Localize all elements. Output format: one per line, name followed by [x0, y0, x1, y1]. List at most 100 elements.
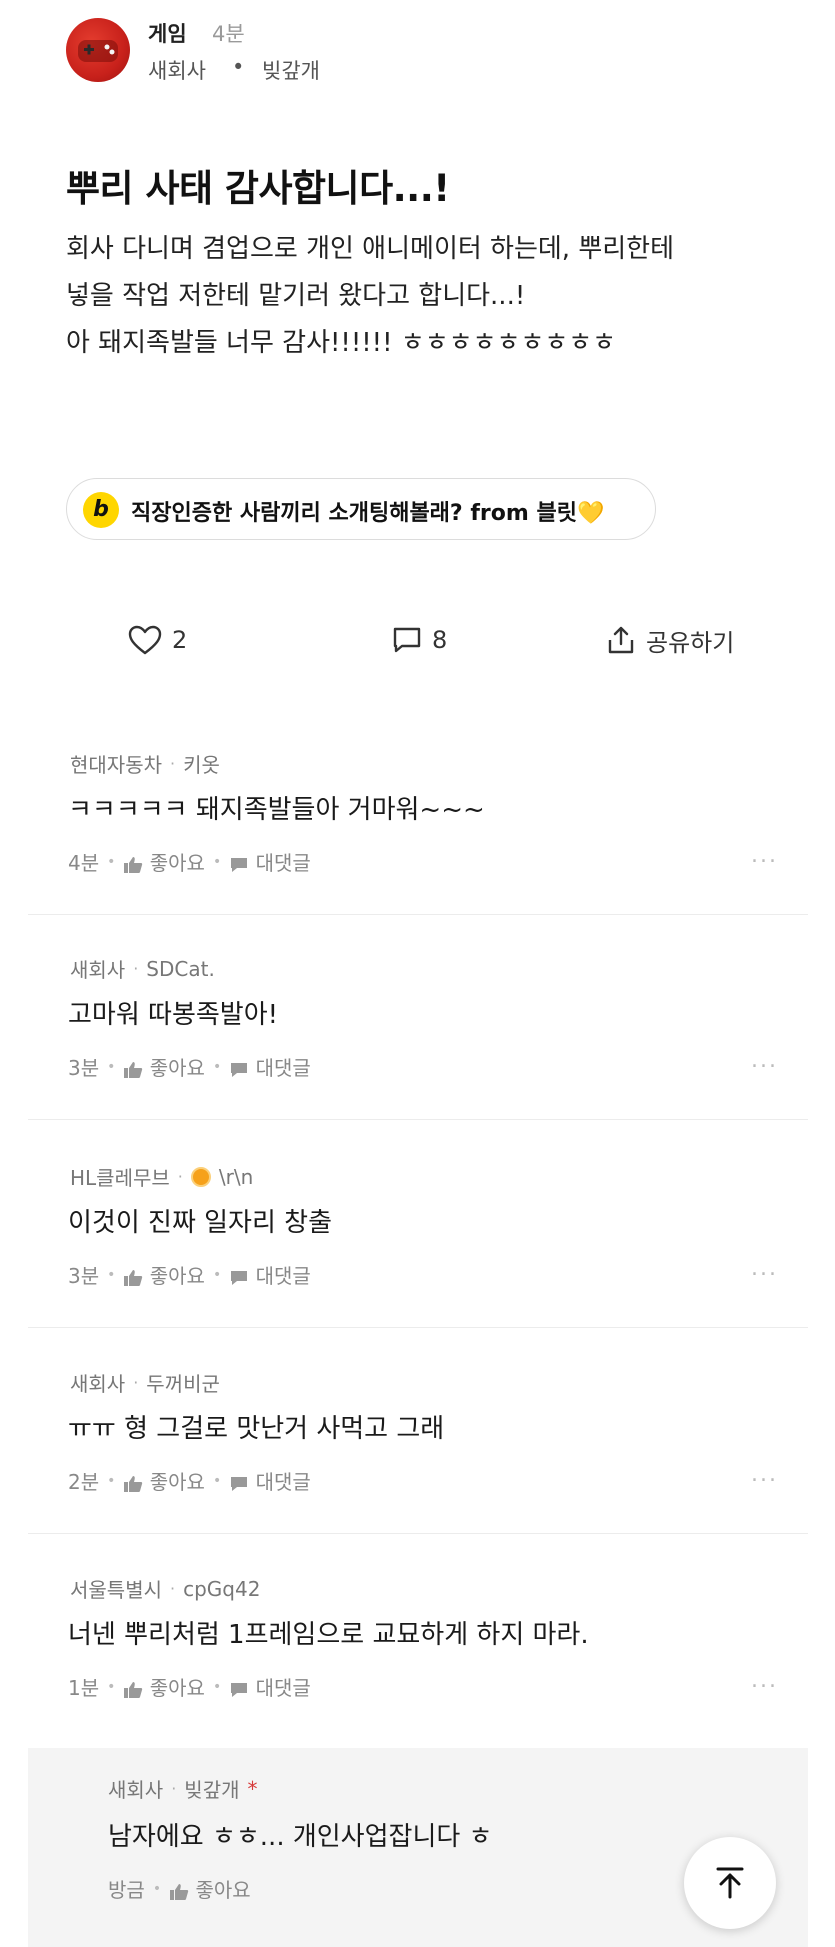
comment-time: 4분	[68, 851, 100, 875]
more-options-icon[interactable]: ...	[751, 1048, 778, 1073]
meta-dot: ·	[171, 1779, 177, 1798]
post-header: 게임 4분 새회사 • 빚갚개	[0, 0, 835, 110]
thumbs-up-icon	[124, 1061, 143, 1078]
more-options-icon[interactable]: ...	[751, 1668, 778, 1693]
comment-reply-label: 대댓글	[255, 1470, 311, 1494]
category-avatar[interactable]	[66, 18, 130, 82]
comment-item: 현대자동차 · 키옷 ㅋㅋㅋㅋㅋ 돼지족발들아 거마워~~~ 4분 • 좋아요 …	[28, 735, 808, 915]
comment-item: 새회사 · SDCat. 고마워 따봉족발아! 3분 • 좋아요 • 대댓글 .…	[28, 940, 808, 1120]
share-button[interactable]: 공유하기	[606, 610, 734, 670]
share-label: 공유하기	[646, 628, 735, 657]
comment-like-button[interactable]: 좋아요	[123, 847, 205, 876]
comment-reply-button[interactable]: 대댓글	[229, 1260, 311, 1289]
post-time: 4분	[212, 22, 245, 46]
more-options-icon[interactable]: ...	[751, 1256, 778, 1281]
reply-bubble-icon	[231, 857, 248, 872]
more-options-icon[interactable]: ...	[751, 1462, 778, 1487]
reply-time: 방금	[108, 1878, 145, 1902]
comment-nickname[interactable]: \r\n	[219, 1165, 253, 1189]
author-nickname[interactable]: 빚갚개	[262, 55, 320, 85]
meta-dot: ·	[133, 1373, 139, 1392]
reply-like-button[interactable]: 좋아요	[169, 1874, 251, 1903]
comment-nickname[interactable]: 두꺼비군	[146, 1368, 220, 1397]
speech-bubble-icon	[393, 627, 421, 653]
comment-text: 이것이 진짜 일자리 창출	[68, 1208, 332, 1238]
thumbs-up-icon	[124, 1269, 143, 1286]
comment-company: 현대자동차	[70, 753, 162, 777]
comment-time: 1분	[68, 1676, 100, 1700]
post-actions: 2 8 공유하기	[0, 610, 835, 670]
reply-company: 새회사	[108, 1778, 164, 1802]
thumbs-up-icon	[124, 1475, 143, 1492]
meta-dot: ·	[170, 754, 176, 773]
share-icon	[608, 626, 634, 654]
comment-like-label: 좋아요	[149, 1676, 205, 1700]
comment-like-label: 좋아요	[149, 1264, 205, 1288]
reply-bubble-icon	[231, 1270, 248, 1285]
comment-company: 새회사	[70, 1372, 126, 1396]
more-options-icon[interactable]: ...	[751, 843, 778, 868]
reply-nickname[interactable]: 빚갚개	[184, 1774, 239, 1803]
comment-item: 서울특별시 · cpGq42 너넨 뿌리처럼 1프레임으로 교묘하게 하지 마라…	[28, 1560, 808, 1748]
author-mark: *	[247, 1776, 258, 1801]
comment-reply-button[interactable]: 대댓글	[229, 1672, 311, 1701]
reply-bubble-icon	[231, 1682, 248, 1697]
like-count: 2	[172, 626, 188, 654]
blind-logo-icon: b	[83, 492, 119, 528]
comment-item: 새회사 · 두꺼비군 ㅠㅠ 형 그걸로 맛난거 사먹고 그래 2분 • 좋아요 …	[28, 1354, 808, 1534]
comment-reply-label: 대댓글	[255, 851, 311, 875]
comment-company: 새회사	[70, 958, 126, 982]
comment-like-button[interactable]: 좋아요	[123, 1052, 205, 1081]
reply-bubble-icon	[231, 1062, 248, 1077]
gamepad-icon	[78, 40, 118, 62]
comment-company: HL클레무브	[70, 1166, 170, 1190]
thumbs-up-icon	[124, 856, 143, 873]
comment-reply-button[interactable]: 대댓글	[229, 1052, 311, 1081]
comment-text: 고마워 따봉족발아!	[68, 1000, 279, 1030]
comment-text: ㅠㅠ 형 그걸로 맛난거 사먹고 그래	[68, 1414, 445, 1444]
comment-nickname[interactable]: cpGq42	[183, 1577, 260, 1601]
heart-icon	[128, 625, 162, 655]
ad-text: 직장인증한 사람끼리 소개팅해볼래? from 블릿	[131, 501, 577, 526]
yellow-heart-icon: 💛	[576, 501, 605, 526]
post-body-line: 아 돼지족발들 너무 감사!!!!!! ㅎㅎㅎㅎㅎㅎㅎㅎㅎ	[66, 328, 617, 358]
comment-like-label: 좋아요	[149, 1470, 205, 1494]
thumbs-up-icon	[170, 1883, 189, 1900]
comment-reply-label: 대댓글	[255, 1676, 311, 1700]
meta-dot: ·	[170, 1579, 176, 1598]
comment-time: 3분	[68, 1264, 100, 1288]
post-body-line: 회사 다니며 겸업으로 개인 애니메이터 하는데, 뿌리한테	[66, 234, 675, 264]
post-title: 뿌리 사태 감사합니다...!	[66, 167, 450, 210]
ad-banner[interactable]: b 직장인증한 사람끼리 소개팅해볼래? from 블릿💛	[66, 478, 656, 540]
comment-count: 8	[432, 626, 448, 654]
reply-like-label: 좋아요	[195, 1878, 251, 1902]
comment-company: 서울특별시	[70, 1578, 162, 1602]
author-company: 새회사	[148, 59, 206, 83]
comment-button[interactable]: 8	[392, 610, 447, 670]
post-body: 회사 다니며 겸업으로 개인 애니메이터 하는데, 뿌리한테 넣을 작업 저한테…	[66, 226, 786, 367]
comment-like-button[interactable]: 좋아요	[123, 1672, 205, 1701]
comment-text: 너넨 뿌리처럼 1프레임으로 교묘하게 하지 마라.	[68, 1620, 589, 1650]
comment-reply-button[interactable]: 대댓글	[229, 1466, 311, 1495]
comment-nickname[interactable]: SDCat.	[146, 957, 215, 981]
comment-time: 3분	[68, 1056, 100, 1080]
comment-like-label: 좋아요	[149, 1056, 205, 1080]
comment-like-button[interactable]: 좋아요	[123, 1466, 205, 1495]
meta-dot: ·	[133, 959, 139, 978]
comment-like-button[interactable]: 좋아요	[123, 1260, 205, 1289]
post-body-line: 넣을 작업 저한테 맡기러 왔다고 합니다...!	[66, 281, 526, 311]
post-category[interactable]: 게임	[148, 18, 187, 48]
comment-nickname[interactable]: 키옷	[183, 749, 220, 778]
arrow-up-icon	[716, 1867, 744, 1899]
scroll-top-button[interactable]	[684, 1837, 776, 1929]
comment-like-label: 좋아요	[149, 851, 205, 875]
comment-text: ㅋㅋㅋㅋㅋ 돼지족발들아 거마워~~~	[68, 795, 485, 825]
thumbs-up-icon	[124, 1681, 143, 1698]
reply-bubble-icon	[231, 1476, 248, 1491]
reply-item: 새회사 · 빚갚개 * 남자에요 ㅎㅎ... 개인사업잡니다 ㅎ 방금 • 좋아…	[28, 1748, 808, 1947]
comment-reply-label: 대댓글	[255, 1056, 311, 1080]
reply-text: 남자에요 ㅎㅎ... 개인사업잡니다 ㅎ	[108, 1822, 493, 1852]
like-button[interactable]: 2	[128, 610, 187, 670]
comment-reply-button[interactable]: 대댓글	[229, 847, 311, 876]
meta-dot: ·	[177, 1167, 183, 1186]
